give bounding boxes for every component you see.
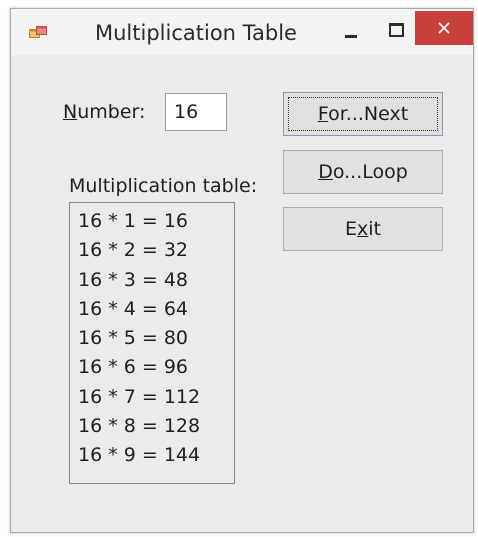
for-next-label-rest: or...Next <box>328 103 409 125</box>
for-next-access-key: F <box>317 103 329 125</box>
list-item[interactable]: 16 * 7 = 112 <box>70 383 234 412</box>
multiplication-table-label: Multiplication table: <box>69 175 258 197</box>
for-next-button-label: For...Next <box>318 103 408 125</box>
do-loop-button[interactable]: Do...Loop <box>283 150 443 194</box>
exit-button[interactable]: Exit <box>283 207 443 251</box>
multiplication-table-listbox[interactable]: 16 * 1 = 16 16 * 2 = 32 16 * 3 = 48 16 *… <box>69 202 235 484</box>
list-item[interactable]: 16 * 8 = 128 <box>70 412 234 441</box>
close-icon <box>438 22 450 34</box>
list-item[interactable]: 16 * 9 = 144 <box>70 441 234 470</box>
do-loop-access-key: D <box>318 161 333 183</box>
do-loop-button-label: Do...Loop <box>318 161 408 183</box>
number-label-access-key: N <box>63 101 78 123</box>
list-item[interactable]: 16 * 2 = 32 <box>70 236 234 265</box>
window-title: Multiplication Table <box>95 21 297 45</box>
exit-access-key: x <box>357 218 369 240</box>
form-client-area: Number: For...Next Do...Loop Exit Multip… <box>11 55 473 532</box>
list-item[interactable]: 16 * 5 = 80 <box>70 324 234 353</box>
minimize-icon[interactable] <box>336 19 366 43</box>
title-bar[interactable]: Multiplication Table <box>11 9 473 55</box>
app-form-icon[interactable] <box>29 26 49 42</box>
number-label-text: umber: <box>77 101 146 123</box>
number-input[interactable] <box>165 93 227 131</box>
close-button[interactable] <box>415 11 473 45</box>
list-item[interactable]: 16 * 4 = 64 <box>70 295 234 324</box>
list-item[interactable]: 16 * 3 = 48 <box>70 266 234 295</box>
number-label: Number: <box>63 101 145 123</box>
app-window: Multiplication Table Number: For...Next … <box>10 8 474 533</box>
do-loop-label-rest: o...Loop <box>332 161 408 183</box>
list-item[interactable]: 16 * 1 = 16 <box>70 207 234 236</box>
exit-label-pre: E <box>345 218 358 240</box>
for-next-button[interactable]: For...Next <box>283 92 443 136</box>
exit-button-label: Exit <box>345 218 381 240</box>
list-item[interactable]: 16 * 6 = 96 <box>70 353 234 382</box>
exit-label-rest: it <box>368 218 381 240</box>
maximize-icon[interactable] <box>381 18 411 42</box>
